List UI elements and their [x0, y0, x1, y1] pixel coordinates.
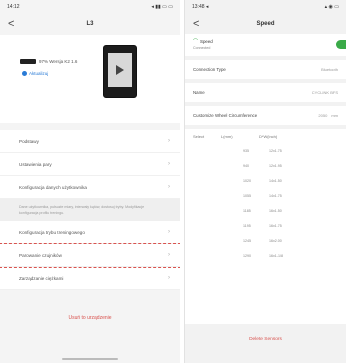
- cell-length: 1055: [243, 193, 251, 198]
- table-row[interactable]: 1020 14x1.50: [185, 173, 346, 188]
- battery-text: 97% Wersja K2 1.6: [39, 59, 78, 64]
- sensor-status: Connected: [193, 46, 211, 50]
- table-row[interactable]: 1195 16x1.75: [185, 218, 346, 233]
- nav-bar: < L3: [0, 14, 180, 34]
- sensor-name: ⌒ Speed: [193, 38, 213, 45]
- table-row[interactable]: 1245 16x2.00: [185, 233, 346, 248]
- circumference-unit: mm: [331, 113, 338, 118]
- cell-length: 1020: [243, 178, 251, 183]
- status-icons: ▴ ◉ ▭: [324, 4, 339, 10]
- cell-size: 16x1.75: [269, 223, 282, 228]
- menu-item-label: Zarządzanie ciężkami: [19, 275, 64, 281]
- chevron-right-icon: ›: [168, 275, 170, 281]
- battery-icon: [20, 59, 36, 64]
- row-label: Customize Wheel Circumference: [193, 113, 258, 118]
- column-header-size: D*W(inch): [259, 133, 278, 139]
- user-data-hint: Dane użytkownika, pułsuzłe miary, interw…: [0, 199, 180, 221]
- cell-size: 12x1.75: [269, 148, 282, 153]
- device-card: 97% Wersja K2 1.6 Aktualizuj: [0, 35, 180, 123]
- battery-status: 97% Wersja K2 1.6: [20, 59, 77, 64]
- menu-item-label: Parowanie czujników: [19, 252, 62, 258]
- circumference-input-group: 2050 mm: [318, 113, 338, 118]
- table-row[interactable]: 1055 14x1.75: [185, 188, 346, 203]
- row-label: Connection Type: [193, 67, 226, 72]
- cell-length: 935: [243, 148, 249, 153]
- remove-device-button[interactable]: Usuń to urządzenie: [0, 315, 180, 321]
- table-row[interactable]: 1185 16x1.50: [185, 203, 346, 218]
- cell-length: 1290: [243, 253, 251, 258]
- row-value: CYCLINK BFS: [311, 90, 338, 95]
- chevron-right-icon: ›: [168, 184, 170, 190]
- right-phone-screen: 13:48 ◂ ▴ ◉ ▭ < Speed ⌒ Speed Connected …: [184, 0, 346, 363]
- cell-length: 1195: [243, 223, 251, 228]
- delete-sensors-button[interactable]: Delete Sensors: [185, 337, 346, 342]
- settings-menu: Podstawy › Ustawienia pary › Konfiguracj…: [0, 130, 180, 290]
- menu-item-training-mode[interactable]: Konfiguracja trybu treningowego ›: [0, 221, 180, 244]
- cell-size: 16x1-1/8: [269, 253, 283, 258]
- column-header-select: Select: [193, 133, 205, 139]
- chevron-right-icon: ›: [168, 252, 170, 258]
- menu-item-label: Ustawienia pary: [19, 161, 52, 167]
- update-link[interactable]: Aktualizuj: [22, 71, 48, 76]
- page-title: Speed: [256, 21, 275, 27]
- cell-length: 940: [243, 163, 249, 168]
- back-icon[interactable]: <: [193, 18, 205, 30]
- menu-item-label: Konfiguracja trybu treningowego: [19, 229, 85, 235]
- cell-length: 1245: [243, 238, 251, 243]
- chevron-right-icon: ›: [168, 161, 170, 167]
- speed-sensor-icon: ⌒: [193, 39, 199, 45]
- cell-size: 14x1.75: [269, 193, 282, 198]
- menu-item-weight-management[interactable]: Zarządzanie ciężkami ›: [0, 267, 180, 290]
- cell-size: 16x1.50: [269, 208, 282, 213]
- table-row[interactable]: 1290 16x1-1/8: [185, 248, 346, 263]
- column-header-length: L(mm): [221, 133, 233, 139]
- device-image: [103, 45, 137, 98]
- status-icons: ◂ ▮▮ ▭ ▭: [151, 4, 173, 10]
- status-time: 14:12: [7, 4, 20, 10]
- chevron-right-icon: ›: [168, 138, 170, 144]
- cell-size: 16x2.00: [269, 238, 282, 243]
- page-title: L3: [86, 21, 94, 27]
- update-icon: [22, 71, 27, 76]
- menu-item-pair-settings[interactable]: Ustawienia pary ›: [0, 153, 180, 176]
- wheel-size-table: Select L(mm) D*W(inch) 935 12x1.75 940 12x…: [185, 129, 346, 324]
- sensor-card: ⌒ Speed Connected: [185, 34, 346, 56]
- status-bar: 14:12 ◂ ▮▮ ▭ ▭: [0, 0, 180, 14]
- sensor-toggle[interactable]: [336, 40, 346, 49]
- menu-item-label: Konfiguracja danych użytkownika: [19, 184, 87, 190]
- connection-type-row: Connection Type Bluetooth: [185, 60, 346, 79]
- sensor-name-label: Speed: [200, 39, 213, 44]
- wheel-circumference-row: Customize Wheel Circumference 2050 mm: [185, 106, 346, 125]
- left-phone-screen: 14:12 ◂ ▮▮ ▭ ▭ < L3 97% Wersja K2 1.6 Ak…: [0, 0, 180, 363]
- menu-item-sensor-pairing[interactable]: Parowanie czujników ›: [0, 243, 180, 268]
- row-value: Bluetooth: [321, 67, 338, 72]
- status-bar: 13:48 ◂ ▴ ◉ ▭: [185, 0, 346, 14]
- home-indicator: [62, 358, 118, 360]
- circumference-input[interactable]: 2050: [318, 113, 327, 118]
- menu-item-basics[interactable]: Podstawy ›: [0, 130, 180, 153]
- row-label: Name: [193, 90, 205, 95]
- cell-length: 1185: [243, 208, 251, 213]
- menu-item-user-data[interactable]: Konfiguracja danych użytkownika ›: [0, 176, 180, 199]
- chevron-right-icon: ›: [168, 229, 170, 235]
- menu-item-label: Podstawy: [19, 138, 39, 144]
- back-icon[interactable]: <: [8, 18, 20, 30]
- update-label: Aktualizuj: [29, 71, 49, 76]
- table-row[interactable]: 940 12x1.95: [185, 158, 346, 173]
- play-icon: [116, 65, 124, 75]
- nav-bar: < Speed: [185, 14, 346, 34]
- cell-size: 12x1.95: [269, 163, 282, 168]
- device-screen: [108, 53, 132, 87]
- table-row[interactable]: 935 12x1.75: [185, 143, 346, 158]
- table-header: Select L(mm) D*W(inch): [185, 129, 346, 143]
- sensor-name-row: Name CYCLINK BFS: [185, 83, 346, 102]
- cell-size: 14x1.50: [269, 178, 282, 183]
- status-time: 13:48 ◂: [192, 4, 209, 10]
